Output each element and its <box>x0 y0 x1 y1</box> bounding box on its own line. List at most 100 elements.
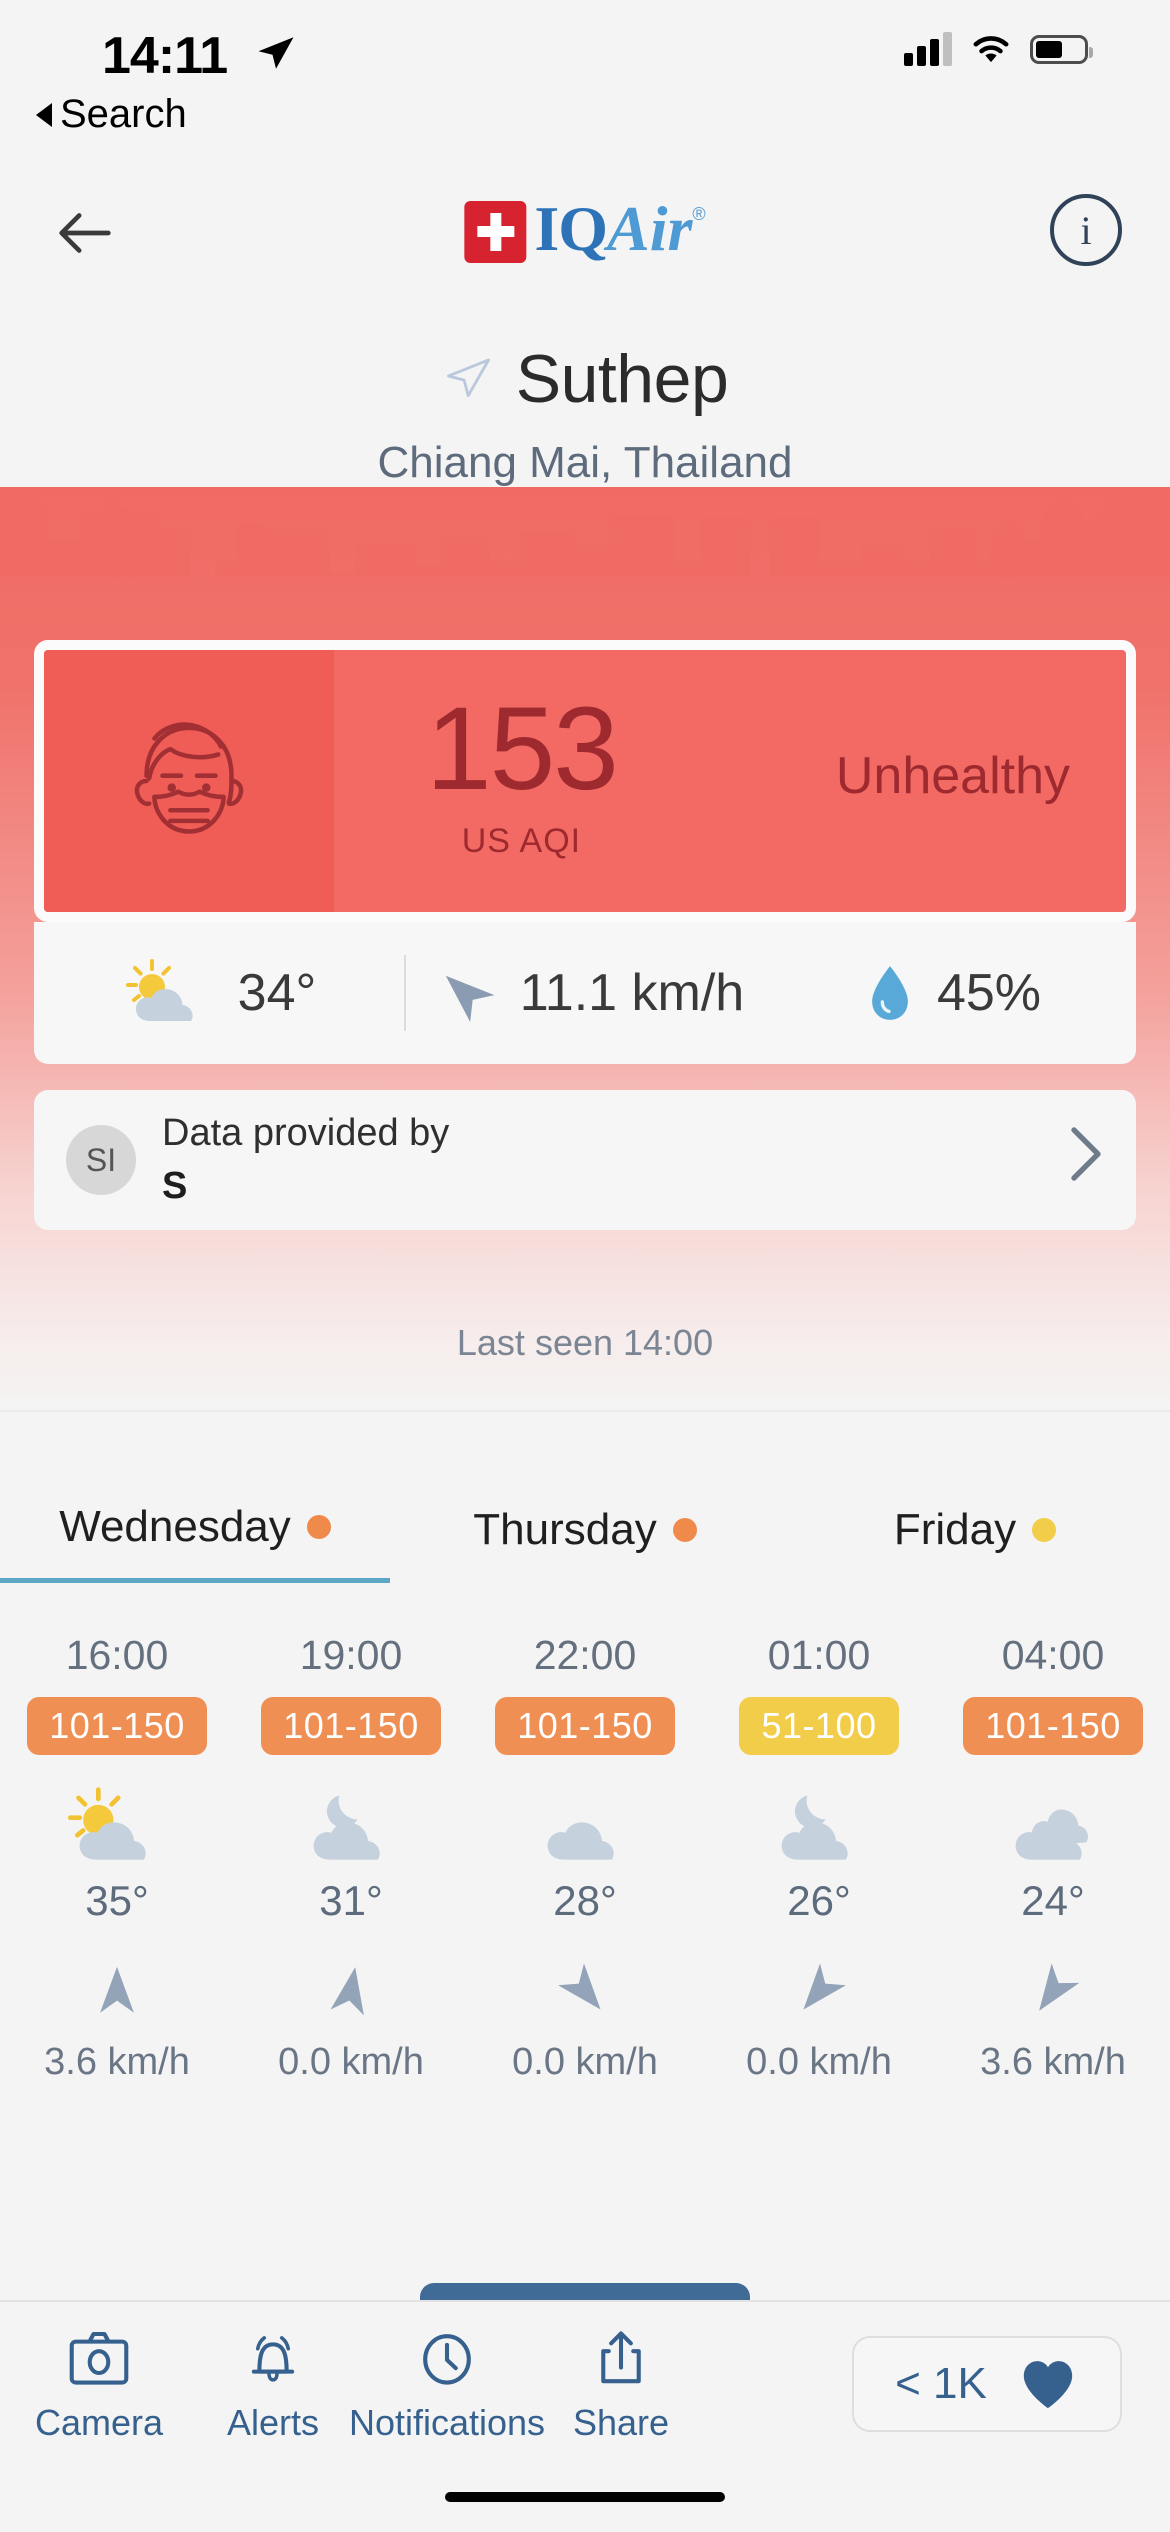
location-name: Suthep <box>516 340 729 418</box>
partly-cloudy-night-icon <box>297 1781 405 1873</box>
forecast-temperature: 31° <box>319 1877 383 1925</box>
humidity-item: 45% <box>772 962 1136 1024</box>
forecast-section: Wednesday Thursday Friday 16:00 101-150 <box>0 1410 1170 2360</box>
info-glyph: i <box>1080 207 1091 254</box>
share-upload-icon <box>588 2328 654 2388</box>
bottom-tab-bar: Camera Alerts Notifications Share <box>0 2300 1170 2470</box>
day-aqi-dot <box>1032 1518 1056 1542</box>
aqi-status-label: Unhealthy <box>836 746 1070 806</box>
day-aqi-dot <box>307 1515 331 1539</box>
forecast-aqi-badge: 101-150 <box>27 1697 207 1755</box>
home-indicator <box>445 2492 725 2502</box>
tab-alerts[interactable]: Alerts <box>186 2328 360 2444</box>
location-region: Chiang Mai, Thailand <box>0 438 1170 488</box>
wind-direction-arrow-icon <box>790 1955 848 2027</box>
hourly-forecast-item[interactable]: 19:00 101-150 31° 0.0 km/h <box>234 1632 468 2084</box>
camera-icon <box>66 2328 132 2388</box>
wifi-icon <box>970 33 1012 65</box>
app-screen: 14:11 Search IQ Air ® <box>0 0 1170 2532</box>
wind-direction-arrow-icon <box>556 1955 614 2027</box>
cloudy-icon <box>999 1781 1107 1873</box>
hourly-forecast-item[interactable]: 16:00 101-150 35° 3.6 km/h <box>0 1632 234 2084</box>
status-time: 14:11 <box>102 26 227 86</box>
forecast-hour: 19:00 <box>300 1632 403 1679</box>
forecast-temperature: 26° <box>787 1877 851 1925</box>
water-drop-icon <box>867 962 913 1024</box>
tab-label: Share <box>573 2402 669 2444</box>
aqi-unit-label: US AQI <box>426 822 617 861</box>
swiss-cross-icon <box>464 201 526 263</box>
forecast-hour: 01:00 <box>768 1632 871 1679</box>
tab-share[interactable]: Share <box>534 2328 708 2444</box>
day-tab-label: Friday <box>894 1505 1016 1555</box>
weather-summary-row: 34° 11.1 km/h 45% <box>34 922 1136 1064</box>
day-tab-friday[interactable]: Friday <box>780 1502 1170 1583</box>
logo-registered-mark: ® <box>692 204 705 225</box>
forecast-wind: 3.6 km/h <box>980 2041 1126 2084</box>
logo-text-secondary: Air <box>607 198 692 260</box>
forecast-temperature: 24° <box>1021 1877 1085 1925</box>
aqi-card[interactable]: 153 US AQI Unhealthy <box>34 640 1136 922</box>
hourly-forecast-item[interactable]: 01:00 51-100 26° 0.0 km/h <box>702 1632 936 2084</box>
aqi-face-panel <box>44 650 334 912</box>
forecast-hour: 16:00 <box>66 1632 169 1679</box>
wind-direction-arrow-icon <box>88 1955 146 2027</box>
wind-item: 11.1 km/h <box>406 962 772 1024</box>
forecast-wind: 0.0 km/h <box>746 2041 892 2084</box>
partly-sunny-icon <box>122 957 214 1029</box>
favorite-count: < 1K <box>895 2359 987 2409</box>
day-tabs: Wednesday Thursday Friday <box>0 1502 1170 1583</box>
forecast-wind: 0.0 km/h <box>278 2041 424 2084</box>
hourly-forecast-item[interactable]: 22:00 101-150 28° 0.0 km/h <box>468 1632 702 2084</box>
wind-value: 11.1 km/h <box>520 963 744 1023</box>
forecast-aqi-badge: 101-150 <box>261 1697 441 1755</box>
iqair-logo: IQ Air ® <box>464 198 705 263</box>
forecast-aqi-badge: 101-150 <box>495 1697 675 1755</box>
cloudy-icon <box>531 1781 639 1873</box>
status-bar: 14:11 Search <box>0 0 1170 120</box>
partly-sunny-icon <box>63 1781 171 1873</box>
tab-notifications[interactable]: Notifications <box>360 2328 534 2444</box>
forecast-temperature: 35° <box>85 1877 149 1925</box>
last-seen-label: Last seen 14:00 <box>0 1322 1170 1364</box>
day-tab-wednesday[interactable]: Wednesday <box>0 1502 390 1583</box>
provider-avatar: SI <box>66 1125 136 1195</box>
temperature-item: 34° <box>34 957 404 1029</box>
tab-label: Alerts <box>227 2402 319 2444</box>
provider-title: Data provided by <box>162 1112 1068 1155</box>
bell-icon <box>240 2328 306 2388</box>
humidity-value: 45% <box>937 963 1041 1023</box>
temperature-value: 34° <box>238 963 317 1023</box>
face-with-mask-icon <box>104 696 274 866</box>
forecast-wind: 0.0 km/h <box>512 2041 658 2084</box>
chevron-right-icon[interactable] <box>1068 1124 1104 1196</box>
status-indicators <box>904 32 1088 66</box>
aqi-value: 153 <box>426 690 617 808</box>
navigation-bar: IQ Air ® i <box>0 170 1170 300</box>
day-aqi-dot <box>673 1518 697 1542</box>
data-provider-card[interactable]: SI Data provided by S <box>34 1090 1136 1230</box>
forecast-aqi-badge: 51-100 <box>739 1697 898 1755</box>
provider-name: S <box>162 1165 1068 1208</box>
forecast-hour: 04:00 <box>1002 1632 1105 1679</box>
back-button[interactable] <box>50 198 120 268</box>
cellular-bars-icon <box>904 32 952 66</box>
favorite-button[interactable]: < 1K <box>852 2336 1122 2432</box>
partly-cloudy-night-icon <box>765 1781 873 1873</box>
logo-text-primary: IQ <box>534 198 607 260</box>
forecast-aqi-badge: 101-150 <box>963 1697 1143 1755</box>
status-location-arrow-icon <box>255 32 297 79</box>
hourly-forecast-item[interactable]: 04:00 101-150 24° 3.6 km/h <box>936 1632 1170 2084</box>
tab-camera[interactable]: Camera <box>12 2328 186 2444</box>
info-circle-icon[interactable]: i <box>1050 194 1122 266</box>
battery-icon <box>1030 35 1088 64</box>
day-tab-thursday[interactable]: Thursday <box>390 1502 780 1583</box>
city-skyline-graphic <box>0 487 1170 577</box>
wind-direction-arrow-icon <box>421 949 509 1037</box>
tab-label: Camera <box>35 2402 163 2444</box>
heart-filled-icon <box>1017 2356 1079 2412</box>
back-to-search-link[interactable]: Search <box>36 92 187 137</box>
day-tab-label: Wednesday <box>59 1502 291 1552</box>
tab-label: Notifications <box>349 2402 545 2444</box>
triangle-left-icon <box>36 103 52 127</box>
